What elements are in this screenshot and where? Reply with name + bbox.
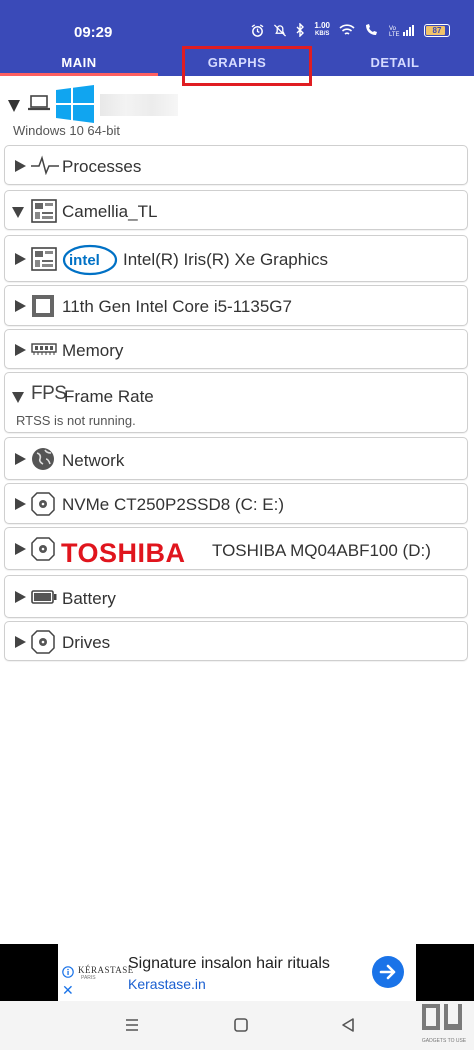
disk-icon <box>31 537 55 561</box>
status-time: 09:29 <box>74 24 113 41</box>
ram-icon <box>31 343 57 355</box>
pulse-icon <box>31 155 59 175</box>
expand-right-icon <box>15 453 26 465</box>
item-label: TOSHIBA MQ04ABF100 (D:) <box>212 541 431 560</box>
ad-url[interactable]: Kerastase.in <box>128 976 206 992</box>
laptop-icon <box>28 95 50 111</box>
ad-headline[interactable]: Signature insalon hair rituals <box>128 955 330 973</box>
list-item-motherboard[interactable]: Camellia_TL <box>4 190 468 230</box>
battery-icon <box>31 590 57 604</box>
item-status-text: RTSS is not running. <box>16 413 136 428</box>
item-label: Network <box>62 451 125 470</box>
item-label: Battery <box>62 589 116 608</box>
item-label: Camellia_TL <box>62 202 158 221</box>
net-speed: 1.00 KB/S <box>314 21 330 38</box>
bluetooth-icon <box>296 23 305 37</box>
home-icon[interactable] <box>233 1017 249 1033</box>
cpu-icon <box>32 295 54 317</box>
list-item-memory[interactable]: Memory <box>4 329 468 369</box>
motherboard-icon <box>31 247 57 271</box>
list-item-network[interactable]: Network <box>4 437 468 480</box>
ad-close-icon[interactable]: ✕ <box>62 982 74 999</box>
motherboard-icon <box>31 199 57 223</box>
expand-right-icon <box>15 344 26 356</box>
mute-icon <box>274 23 287 37</box>
toshiba-logo-icon: TOSHIBA <box>61 538 186 568</box>
intel-logo-icon: intel <box>62 244 118 276</box>
fps-icon: FPS <box>31 383 67 404</box>
status-icons: 1.00 KB/S Vo LTE 87 <box>251 22 450 38</box>
status-bar: 09:29 1.00 KB/S Vo LTE 87 <box>0 0 474 44</box>
svg-text:GADGETS TO USE: GADGETS TO USE <box>422 1038 467 1044</box>
list-item-cpu[interactable]: 11th Gen Intel Core i5-1135G7 <box>4 285 468 326</box>
system-nav-bar <box>0 1001 474 1050</box>
arrow-right-icon <box>379 964 396 980</box>
expand-right-icon <box>15 636 26 648</box>
item-label: Intel(R) Iris(R) Xe Graphics <box>123 250 328 269</box>
item-label: Drives <box>62 633 111 652</box>
ad-go-button[interactable] <box>372 956 404 988</box>
expand-right-icon <box>15 591 26 603</box>
svg-text:intel: intel <box>69 252 100 269</box>
list-item-toshiba-drive[interactable]: TOSHIBA TOSHIBA MQ04ABF100 (D:) <box>4 527 468 570</box>
ad-banner-container: ✕ KÉRASTASE PARIS Signature insalon hair… <box>0 944 474 1001</box>
battery-icon: 87 <box>424 23 450 37</box>
ad-brand-subtitle: PARIS <box>81 975 96 981</box>
list-item-nvme-drive[interactable]: NVMe CT250P2SSD8 (C: E:) <box>4 483 468 524</box>
os-version: Windows 10 64-bit <box>13 123 120 138</box>
list-item-drives[interactable]: Drives <box>4 621 468 661</box>
ad-banner[interactable]: ✕ KÉRASTASE PARIS Signature insalon hair… <box>58 944 416 1001</box>
expand-down-icon <box>8 100 20 112</box>
ad-info-icon[interactable] <box>62 966 74 978</box>
list-item-processes[interactable]: Processes <box>4 145 468 185</box>
expand-right-icon <box>15 543 26 555</box>
expand-down-icon <box>12 207 24 218</box>
globe-icon <box>32 448 54 470</box>
alarm-icon <box>251 23 264 37</box>
volte-icon <box>366 24 377 35</box>
back-icon[interactable] <box>340 1017 356 1033</box>
expand-right-icon <box>15 160 26 172</box>
wifi-icon <box>339 23 355 35</box>
list-item-battery[interactable]: Battery <box>4 575 468 618</box>
recent-apps-icon[interactable] <box>124 1017 140 1033</box>
item-label: 11th Gen Intel Core i5-1135G7 <box>62 297 292 316</box>
expand-right-icon <box>15 253 26 265</box>
expand-down-icon <box>12 392 24 403</box>
windows-logo-icon <box>56 85 94 123</box>
item-label: NVMe CT250P2SSD8 (C: E:) <box>62 495 285 514</box>
expand-right-icon <box>15 300 26 312</box>
svg-text:LTE: LTE <box>389 32 400 37</box>
expand-right-icon <box>15 498 26 510</box>
computer-node[interactable]: Windows 10 64-bit <box>0 80 474 140</box>
signal-icon: VoLTE <box>389 24 414 37</box>
item-label: Processes <box>62 157 142 176</box>
tab-detail[interactable]: DETAIL <box>316 46 474 76</box>
disk-icon <box>31 492 55 516</box>
disk-icon <box>31 630 55 654</box>
item-label: Memory <box>62 341 124 360</box>
redacted-computer-name <box>100 94 178 116</box>
tab-main[interactable]: MAIN <box>0 46 158 76</box>
list-item-frame-rate[interactable]: FPS Frame Rate RTSS is not running. <box>4 372 468 433</box>
gadgets-to-use-watermark-logo: GADGETS TO USE <box>422 1004 467 1044</box>
item-label: Frame Rate <box>64 387 154 406</box>
ad-brand-logo: KÉRASTASE <box>78 965 134 975</box>
list-item-gpu[interactable]: intel Intel(R) Iris(R) Xe Graphics <box>4 235 468 282</box>
